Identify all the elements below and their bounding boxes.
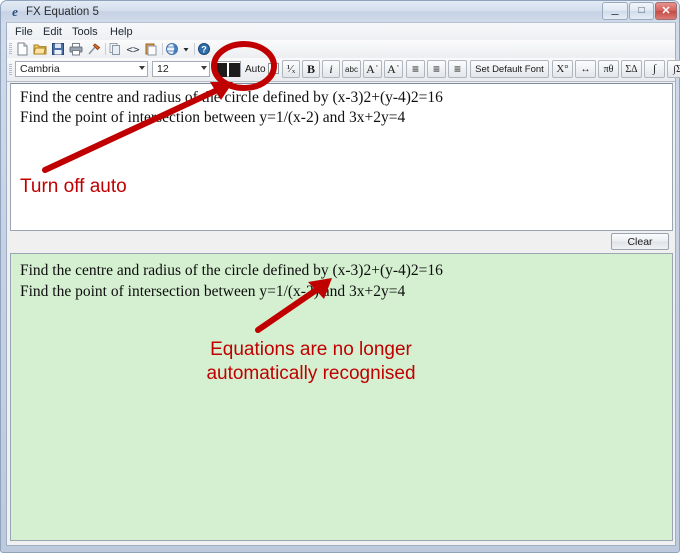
equation-editor[interactable]: Find the centre and radius of the circle…	[10, 83, 673, 231]
color-swatch-button[interactable]	[215, 61, 241, 77]
editor-footer-bar: Clear	[10, 231, 673, 253]
new-document-icon[interactable]	[15, 42, 29, 56]
paste-icon[interactable]	[144, 42, 158, 56]
menu-bar: File Edit Tools Help	[7, 23, 675, 41]
bold-button[interactable]: B	[302, 60, 320, 78]
main-toolbar: <> ?	[7, 40, 675, 59]
align-right-button[interactable]: ≡	[448, 60, 467, 78]
chevron-down-icon	[201, 66, 207, 70]
html-code-icon[interactable]: <>	[126, 42, 140, 56]
format-toolbar: Cambria 12 Auto ¹⁄ₓ B i abc A˙ A˙ ≡ ≡ ≡ …	[7, 58, 680, 82]
sum-symbols-button[interactable]: ΣΔ	[621, 60, 642, 78]
greek-letters-button[interactable]: πθ	[598, 60, 619, 78]
maximize-icon: □	[638, 5, 645, 16]
font-size-combo[interactable]: 12	[152, 61, 210, 77]
font-shrink-button[interactable]: A˙	[384, 60, 403, 78]
font-name-value: Cambria	[20, 63, 60, 75]
svg-text:?: ?	[201, 45, 207, 55]
graph-button[interactable]: ∫	[644, 60, 665, 78]
power-button[interactable]: X°	[552, 60, 573, 78]
menu-edit[interactable]: Edit	[39, 25, 66, 39]
toolbar-separator	[194, 43, 195, 55]
toolbar-separator	[105, 43, 106, 55]
preview-line: Find the point of intersection between y…	[20, 283, 406, 300]
app-logo-icon: e	[12, 4, 18, 19]
abc-button[interactable]: abc	[342, 60, 361, 78]
title-bar: e FX Equation 5 – □ ✕	[1, 1, 679, 22]
equation-preview-panel[interactable]: Find the centre and radius of the circle…	[10, 253, 673, 541]
editor-line: Find the centre and radius of the circle…	[20, 89, 443, 106]
align-left-button[interactable]: ≡	[406, 60, 425, 78]
minimize-button[interactable]: –	[602, 2, 628, 20]
font-name-combo[interactable]: Cambria	[15, 61, 148, 77]
copy-icon[interactable]	[108, 42, 122, 56]
close-button[interactable]: ✕	[655, 2, 677, 20]
integral-button[interactable]: ∫Σ	[667, 60, 680, 78]
svg-text:<>: <>	[126, 43, 140, 56]
menu-tools[interactable]: Tools	[68, 25, 102, 39]
toolbar-grip[interactable]	[9, 43, 12, 55]
fraction-button[interactable]: ¹⁄ₓ	[282, 60, 300, 78]
auto-checkbox[interactable]	[268, 63, 279, 74]
arrows-button[interactable]: ↔	[575, 60, 596, 78]
web-globe-icon[interactable]	[165, 42, 179, 56]
set-default-font-button[interactable]: Set Default Font	[470, 60, 549, 78]
dropdown-arrow-icon[interactable]	[182, 42, 190, 56]
open-folder-icon[interactable]	[33, 42, 47, 56]
maximize-button[interactable]: □	[629, 2, 654, 20]
client-area: File Edit Tools Help <> ? Cambria 12 Aut…	[6, 22, 680, 546]
help-icon[interactable]: ?	[197, 42, 211, 56]
preview-line: Find the centre and radius of the circle…	[20, 262, 443, 279]
format-toolbar-grip[interactable]	[9, 64, 12, 76]
print-icon[interactable]	[69, 42, 83, 56]
editor-line: Find the point of intersection between y…	[20, 109, 406, 126]
menu-help[interactable]: Help	[106, 25, 137, 39]
clear-button[interactable]: Clear	[611, 233, 669, 250]
chevron-down-icon	[139, 66, 145, 70]
font-size-value: 12	[157, 63, 169, 75]
window-title: FX Equation 5	[26, 6, 99, 18]
align-center-button[interactable]: ≡	[427, 60, 446, 78]
app-window: e FX Equation 5 – □ ✕ File Edit Tools He…	[0, 0, 680, 553]
auto-label: Auto	[245, 64, 266, 75]
print-preview-icon[interactable]	[87, 42, 101, 56]
minimize-icon: –	[611, 6, 619, 21]
close-icon: ✕	[661, 4, 671, 17]
font-grow-button[interactable]: A˙	[363, 60, 382, 78]
toolbar-separator	[162, 43, 163, 55]
italic-button[interactable]: i	[322, 60, 340, 78]
menu-file[interactable]: File	[11, 25, 37, 39]
save-floppy-icon[interactable]	[51, 42, 65, 56]
